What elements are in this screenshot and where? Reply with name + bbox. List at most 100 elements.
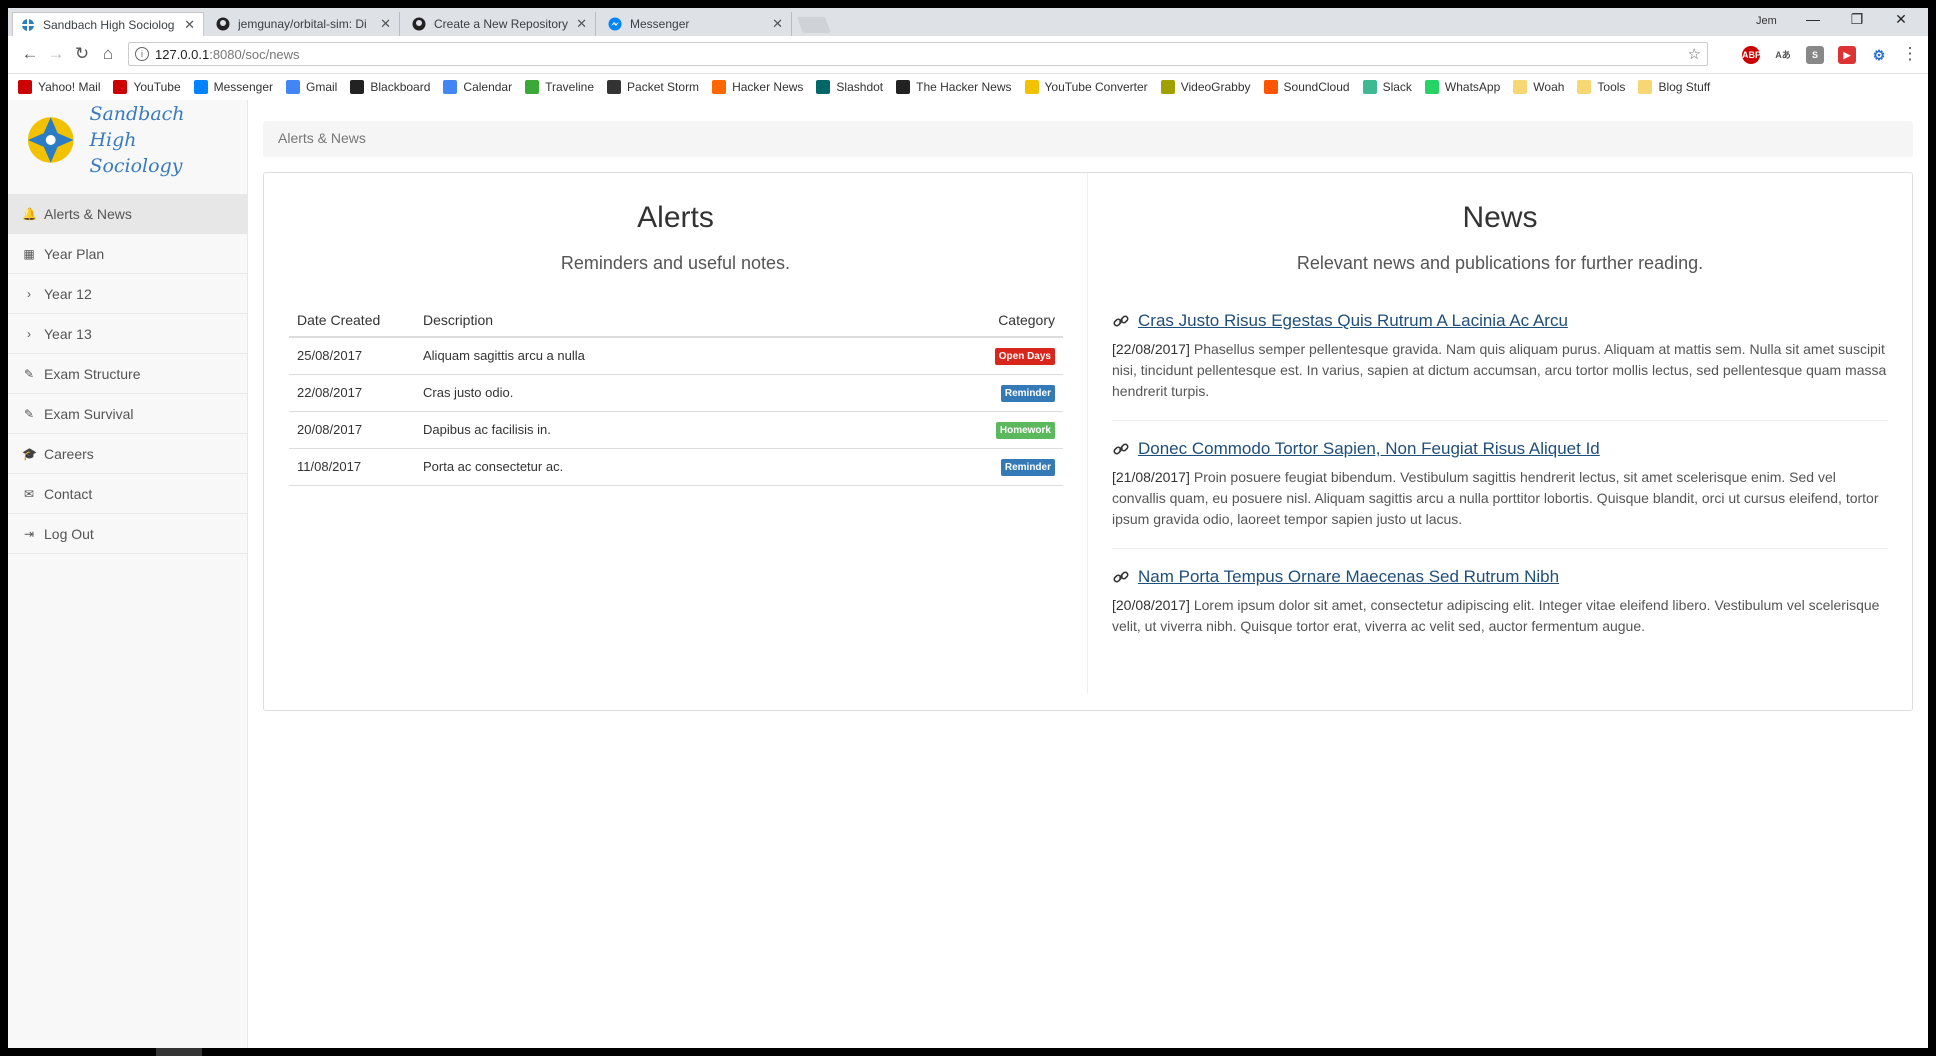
news-item: Donec Commodo Tortor Sapien, Non Feugiat… <box>1112 439 1888 549</box>
reload-icon[interactable]: ↻ <box>70 44 94 64</box>
bookmark-label: Gmail <box>306 80 338 94</box>
logout-icon: ⇥ <box>23 526 35 541</box>
youtube-red-icon <box>18 80 32 94</box>
site-title: Sandbach High Sociology <box>89 101 236 179</box>
news-title-link[interactable]: Cras Justo Risus Egestas Quis Rutrum A L… <box>1112 311 1888 331</box>
alert-description: Cras justo odio. <box>415 374 869 412</box>
traveline-icon <box>525 80 540 94</box>
site-logo-icon <box>21 18 35 32</box>
bookmark-item[interactable]: Yahoo! Mail <box>18 80 100 94</box>
bookmark-item[interactable]: Hacker News <box>712 80 803 94</box>
hackernews-icon <box>712 80 727 94</box>
category-badge: Open Days <box>994 347 1055 365</box>
sidebar-item-label: Contact <box>44 485 93 502</box>
github-icon <box>412 17 426 31</box>
extension-icon[interactable]: ▶ <box>1838 46 1856 64</box>
tab-strip: Sandbach High Sociolog ✕ jemgunay/orbita… <box>8 8 1928 36</box>
taskbar-item[interactable] <box>156 1048 202 1056</box>
screen: Sandbach High Sociolog ✕ jemgunay/orbita… <box>0 0 1936 1056</box>
sidebar-item-label: Year Plan <box>44 245 105 262</box>
news-body: [20/08/2017] Lorem ipsum dolor sit amet, … <box>1112 595 1888 637</box>
address-bar[interactable]: i 127.0.0.1:8080/soc/news ☆ <box>128 42 1708 66</box>
close-tab-icon[interactable]: ✕ <box>380 16 391 32</box>
sidebar-item-careers[interactable]: 🎓 Careers <box>8 434 248 474</box>
bookmark-item[interactable]: Blog Stuff <box>1638 80 1710 94</box>
sidebar-item-exam-structure[interactable]: ✎ Exam Structure <box>8 354 248 394</box>
back-icon[interactable]: ← <box>18 44 42 64</box>
new-tab-button[interactable] <box>797 17 831 33</box>
news-date: [22/08/2017] <box>1112 341 1190 357</box>
sidebar-item-alerts-news[interactable]: 🔔 Alerts & News <box>8 194 248 234</box>
bookmark-item[interactable]: WhatsApp <box>1424 80 1500 94</box>
news-text: Phasellus semper pellentesque gravida. N… <box>1112 341 1887 399</box>
news-title: Donec Commodo Tortor Sapien, Non Feugiat… <box>1138 439 1600 458</box>
adblock-icon[interactable]: ABP <box>1742 46 1761 64</box>
column-header-date: Date Created <box>289 303 415 338</box>
browser-toolbar: ← → ↻ ⌂ i 127.0.0.1:8080/soc/news ☆ ABP … <box>8 36 1928 74</box>
news-date: [21/08/2017] <box>1112 469 1190 485</box>
news-item: Cras Justo Risus Egestas Quis Rutrum A L… <box>1112 311 1888 421</box>
bookmark-item[interactable]: Slack <box>1362 80 1412 94</box>
sidebar-item-year-12[interactable]: › Year 12 <box>8 274 248 314</box>
browser-tab[interactable]: Sandbach High Sociolog ✕ <box>12 12 204 36</box>
menu-icon[interactable]: ⋮ <box>1898 44 1922 64</box>
forward-icon[interactable]: → <box>44 44 68 64</box>
sidebar-item-contact[interactable]: ✉ Contact <box>8 474 248 514</box>
close-tab-icon[interactable]: ✕ <box>576 16 587 32</box>
sidebar-item-year-plan[interactable]: ▦ Year Plan <box>8 234 248 274</box>
bookmark-item[interactable]: VideoGrabby <box>1160 80 1251 94</box>
profile-name[interactable]: Jem <box>1756 15 1777 27</box>
bookmark-item[interactable]: Blackboard <box>350 80 430 94</box>
url-host: 127.0.0.1 <box>155 46 210 62</box>
close-tab-icon[interactable]: ✕ <box>772 16 783 32</box>
videograbby-icon <box>1160 80 1175 94</box>
bookmark-item[interactable]: Packet Storm <box>607 80 699 94</box>
bookmark-label: Messenger <box>213 80 274 94</box>
link-icon <box>1113 443 1129 455</box>
close-window-icon[interactable]: ✕ <box>1886 11 1916 28</box>
tab-title: Create a New Repository <box>434 17 569 31</box>
alert-description: Dapibus ac facilisis in. <box>415 411 869 449</box>
alerts-table: Date Created Description Category 25/08/… <box>289 303 1063 486</box>
bookmark-label: Traveline <box>545 80 595 94</box>
alerts-section: Alerts Reminders and useful notes. Date … <box>264 173 1088 693</box>
bookmark-item[interactable]: Calendar <box>443 80 512 94</box>
restore-icon[interactable]: ❐ <box>1842 11 1872 28</box>
close-tab-icon[interactable]: ✕ <box>184 17 195 33</box>
bookmark-star-icon[interactable]: ☆ <box>1688 45 1701 63</box>
browser-tab[interactable]: jemgunay/orbital-sim: Di ✕ <box>208 12 400 36</box>
translate-icon[interactable]: Aあ <box>1774 46 1792 64</box>
news-title-link[interactable]: Donec Commodo Tortor Sapien, Non Feugiat… <box>1112 439 1888 459</box>
bookmark-item[interactable]: The Hacker News <box>896 80 1012 94</box>
bookmark-item[interactable]: YouTube <box>113 80 181 94</box>
home-icon[interactable]: ⌂ <box>96 44 120 64</box>
sidebar-item-exam-survival[interactable]: ✎ Exam Survival <box>8 394 248 434</box>
extension-icon[interactable]: S <box>1806 46 1824 64</box>
sidebar-item-year-13[interactable]: › Year 13 <box>8 314 248 354</box>
bookmark-item[interactable]: Woah <box>1513 80 1564 94</box>
settings-extension-icon[interactable]: ⚙ <box>1870 46 1888 64</box>
sidebar-item-log-out[interactable]: ⇥ Log Out <box>8 514 248 554</box>
bookmark-item[interactable]: Messenger <box>193 80 274 94</box>
bookmark-label: Yahoo! Mail <box>38 80 101 94</box>
bookmark-item[interactable]: Slashdot <box>816 80 883 94</box>
sidebar: Sandbach High Sociology 🔔 Alerts & News ▦ Y… <box>8 100 248 1048</box>
bookmark-item[interactable]: SoundCloud <box>1263 80 1350 94</box>
bookmark-item[interactable]: YouTube Converter <box>1024 80 1148 94</box>
alert-category-cell: Open Days <box>868 337 1063 375</box>
alert-description: Aliquam sagittis arcu a nulla <box>415 337 869 375</box>
slack-icon <box>1362 80 1377 94</box>
bookmark-item[interactable]: Gmail <box>286 80 337 94</box>
info-icon[interactable]: i <box>135 47 149 61</box>
bookmark-item[interactable]: Tools <box>1577 80 1625 94</box>
category-badge: Homework <box>995 421 1055 439</box>
news-title-link[interactable]: Nam Porta Tempus Ornare Maecenas Sed Rut… <box>1112 567 1888 587</box>
browser-tab[interactable]: Create a New Repository ✕ <box>404 12 596 36</box>
sidebar-item-label: Log Out <box>44 525 94 542</box>
pencil-icon: ✎ <box>23 366 35 381</box>
bookmark-item[interactable]: Traveline <box>525 80 594 94</box>
site-logo[interactable]: Sandbach High Sociology <box>26 103 236 177</box>
column-header-description: Description <box>415 303 869 338</box>
browser-tab[interactable]: Messenger ✕ <box>600 12 792 36</box>
minimize-icon[interactable]: — <box>1798 11 1828 27</box>
